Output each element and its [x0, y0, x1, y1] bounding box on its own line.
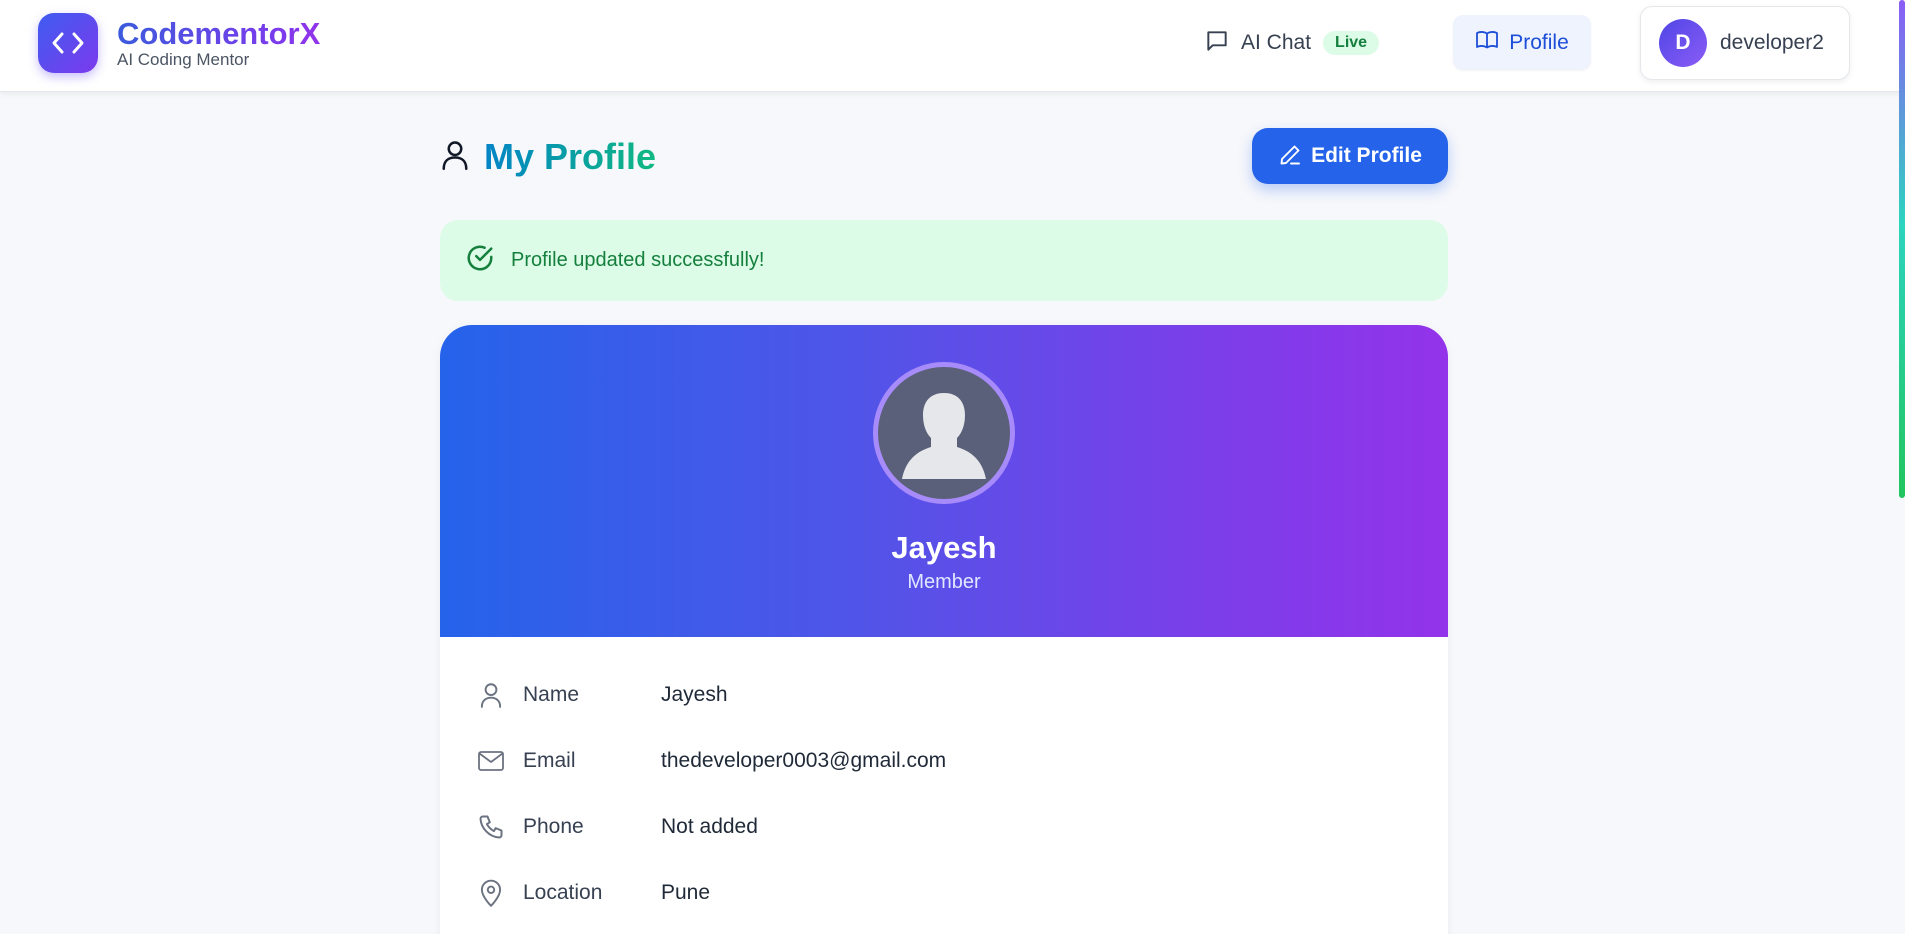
detail-label: Location [523, 881, 603, 904]
user-icon [440, 138, 470, 177]
edit-profile-label: Edit Profile [1311, 144, 1422, 167]
username: developer2 [1720, 31, 1824, 54]
profile-card: Jayesh Member Name Jayesh Email thedevel… [440, 325, 1448, 934]
nav-ai-chat-label: AI Chat [1241, 31, 1312, 54]
top-navbar: CodementorX AI Coding Mentor AI Chat Liv… [0, 0, 1905, 92]
nav-ai-chat[interactable]: AI Chat Live [1204, 27, 1380, 59]
edit-profile-button[interactable]: Edit Profile [1252, 128, 1448, 184]
detail-label: Phone [523, 815, 584, 838]
map-pin-icon [476, 878, 506, 908]
pencil-icon [1278, 143, 1302, 170]
phone-icon [476, 812, 506, 842]
profile-hero: Jayesh Member [440, 325, 1448, 637]
user-icon [476, 680, 506, 710]
scrollbar[interactable] [1899, 0, 1905, 498]
detail-row-email: Email thedeveloper0003@gmail.com [476, 728, 1416, 794]
success-alert: Profile updated successfully! [440, 220, 1448, 301]
avatar: D [1659, 19, 1707, 67]
profile-avatar [873, 362, 1015, 504]
mail-icon [476, 746, 506, 776]
live-badge: Live [1323, 31, 1380, 55]
profile-display-name: Jayesh [891, 530, 997, 565]
detail-value: Jayesh [661, 683, 728, 706]
detail-label: Name [523, 683, 580, 706]
page-header: My Profile Edit Profile [440, 128, 1448, 186]
detail-row-name: Name Jayesh [476, 662, 1416, 728]
book-open-icon [1475, 28, 1499, 57]
brand-subtitle: AI Coding Mentor [117, 50, 250, 69]
nav-profile-label: Profile [1509, 30, 1569, 54]
chat-bubble-icon [1204, 28, 1230, 59]
alert-message: Profile updated successfully! [511, 249, 765, 271]
profile-role: Member [907, 571, 981, 593]
detail-value: Pune [661, 881, 711, 904]
profile-details: Name Jayesh Email thedeveloper0003@gmail… [476, 662, 1416, 926]
brand[interactable]: CodementorX AI Coding Mentor [38, 13, 320, 73]
detail-label: Email [523, 749, 576, 772]
detail-value: thedeveloper0003@gmail.com [661, 749, 947, 772]
brand-title: CodementorX [117, 16, 321, 51]
detail-row-location: Location Pune [476, 860, 1416, 926]
page-title: My Profile [484, 136, 657, 177]
nav-profile[interactable]: Profile [1453, 15, 1591, 70]
check-circle-icon [465, 243, 495, 278]
user-menu[interactable]: D developer2 [1640, 6, 1850, 80]
detail-row-phone: Phone Not added [476, 794, 1416, 860]
detail-value: Not added [661, 815, 758, 838]
code-brackets-icon [38, 13, 98, 73]
